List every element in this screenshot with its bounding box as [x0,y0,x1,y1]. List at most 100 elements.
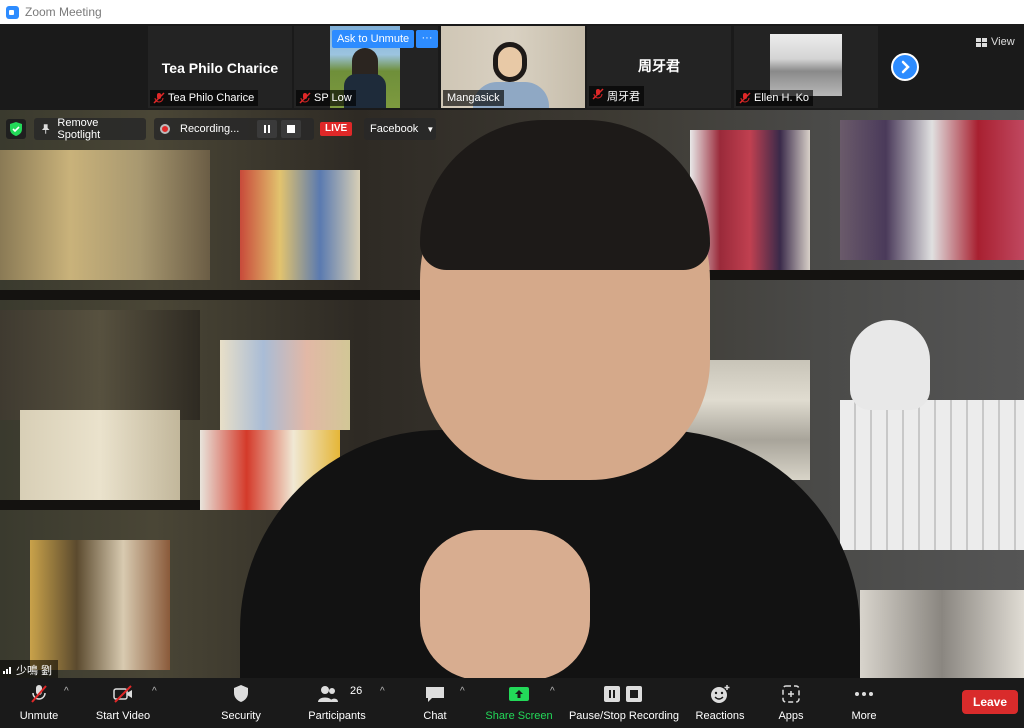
pause-stop-recording-button[interactable]: Pause/Stop Recording [566,678,682,728]
participant-name-label: Tea Philo Charice [150,90,259,106]
view-button[interactable]: View [976,36,1015,48]
muted-mic-icon [153,92,165,104]
participant-name-label: 周牙君 [589,86,644,106]
bookshelf [20,410,180,500]
speaker-name-label: 少鳴 劉 [0,660,59,678]
spotlight-video[interactable] [0,110,1024,678]
share-options-caret[interactable]: ^ [550,686,555,697]
bookshelf [0,150,210,280]
stormtrooper-helmet [850,320,930,410]
gallery-strip: Tea Philo Charice Tea Philo Charice SP L… [0,24,1024,110]
bookshelf [0,310,200,420]
bookshelf [840,400,1024,550]
video-off-icon [113,685,132,703]
participant-tile-tea-philo-charice[interactable]: Tea Philo Charice Tea Philo Charice [148,26,292,108]
participants-icon [318,686,339,702]
remove-spotlight-label: Remove Spotlight [57,117,101,141]
unmute-label: Unmute [19,710,59,722]
apps-button[interactable]: Apps [768,678,814,728]
chat-label: Chat [423,710,447,722]
participant-name-label: SP Low [296,90,356,106]
stop-icon [287,125,296,133]
pause-icon [264,125,271,133]
reactions-button[interactable]: Reactions [692,678,748,728]
view-label: View [991,36,1015,48]
apps-label: Apps [778,710,804,722]
share-screen-button[interactable]: Share Screen [484,678,554,728]
more-dots-icon [855,692,873,696]
leave-button[interactable]: Leave [962,690,1018,714]
recording-dot-icon [160,124,170,134]
participant-name: Ellen H. Ko [754,92,810,104]
muted-mic-icon [299,92,311,104]
bookshelf [240,170,360,280]
window-title: Zoom Meeting [25,5,102,19]
speaker-hand [420,530,590,678]
more-button[interactable]: More [840,678,888,728]
participants-button[interactable]: Participants [300,678,374,728]
security-shield-badge[interactable] [6,119,26,139]
participant-name-label: Ellen H. Ko [736,90,814,106]
start-video-label: Start Video [95,710,151,722]
shelf-plank [0,290,430,300]
livestream-target-dropdown[interactable]: Facebook ▼ [364,118,436,140]
participant-center-name: Tea Philo Charice [161,60,279,76]
bookshelf [860,590,1024,678]
start-video-button[interactable]: Start Video [90,678,156,728]
caret-down-icon: ▼ [426,124,435,134]
participant-tile-mangasick[interactable]: Mangasick [441,26,585,108]
speaker-name: 少鳴 劉 [16,665,53,677]
chat-bubble-icon [426,687,444,702]
zoom-app-icon [6,5,19,19]
participants-options-caret[interactable]: ^ [380,686,385,697]
security-label: Security [221,710,261,722]
pause-recording-button[interactable] [257,120,278,138]
more-label: More [851,710,877,722]
participant-name: SP Low [314,92,352,104]
participant-tile-ellen-h-ko[interactable]: Ellen H. Ko [734,26,878,108]
shelf-plank [690,270,1024,280]
participant-center-name: 周牙君 [638,58,680,74]
stop-recording-button[interactable] [281,120,302,138]
participant-name: Mangasick [447,92,500,104]
window-titlebar: Zoom Meeting [0,0,1024,24]
chat-button[interactable]: Chat [410,678,460,728]
chevron-right-icon [901,60,910,74]
muted-mic-icon [592,88,604,100]
shield-check-icon [10,122,22,136]
remove-spotlight-button[interactable]: Remove Spotlight [34,117,146,141]
participants-count: 26 [350,685,363,697]
participant-name: 周牙君 [607,91,640,103]
muted-mic-icon [31,685,47,703]
video-options-caret[interactable]: ^ [152,686,157,697]
unmute-button[interactable]: Unmute [14,678,64,728]
participant-avatar-photo [770,34,842,96]
share-screen-label: Share Screen [485,710,553,722]
pin-icon [41,124,50,134]
recording-label: Recording... [180,123,240,135]
unmute-options-caret[interactable]: ^ [64,686,69,697]
bookshelf [30,540,170,670]
next-page-button[interactable] [891,53,919,81]
participant-more-button[interactable]: ··· [416,30,438,48]
bookshelf [220,340,350,430]
apps-icon [782,685,800,703]
share-screen-icon [509,687,529,701]
signal-strength-icon [3,667,11,674]
grid-view-icon [976,37,987,47]
participant-tile-zhou-yajun[interactable]: 周牙君 周牙君 [587,26,731,108]
pause-stop-icon [604,686,642,702]
smiley-plus-icon [711,685,730,703]
recording-indicator: Recording... [154,118,314,140]
participant-name-label: Mangasick [443,90,504,106]
ask-to-unmute-button[interactable]: Ask to Unmute [332,30,415,48]
participant-name: Tea Philo Charice [168,92,255,104]
chat-options-caret[interactable]: ^ [460,686,465,697]
muted-mic-icon [739,92,751,104]
shield-icon [234,685,248,702]
participants-label: Participants [308,710,366,722]
live-badge: LIVE [320,122,353,136]
security-button[interactable]: Security [216,678,266,728]
reactions-label: Reactions [695,710,745,722]
speaker-hair [420,120,710,270]
